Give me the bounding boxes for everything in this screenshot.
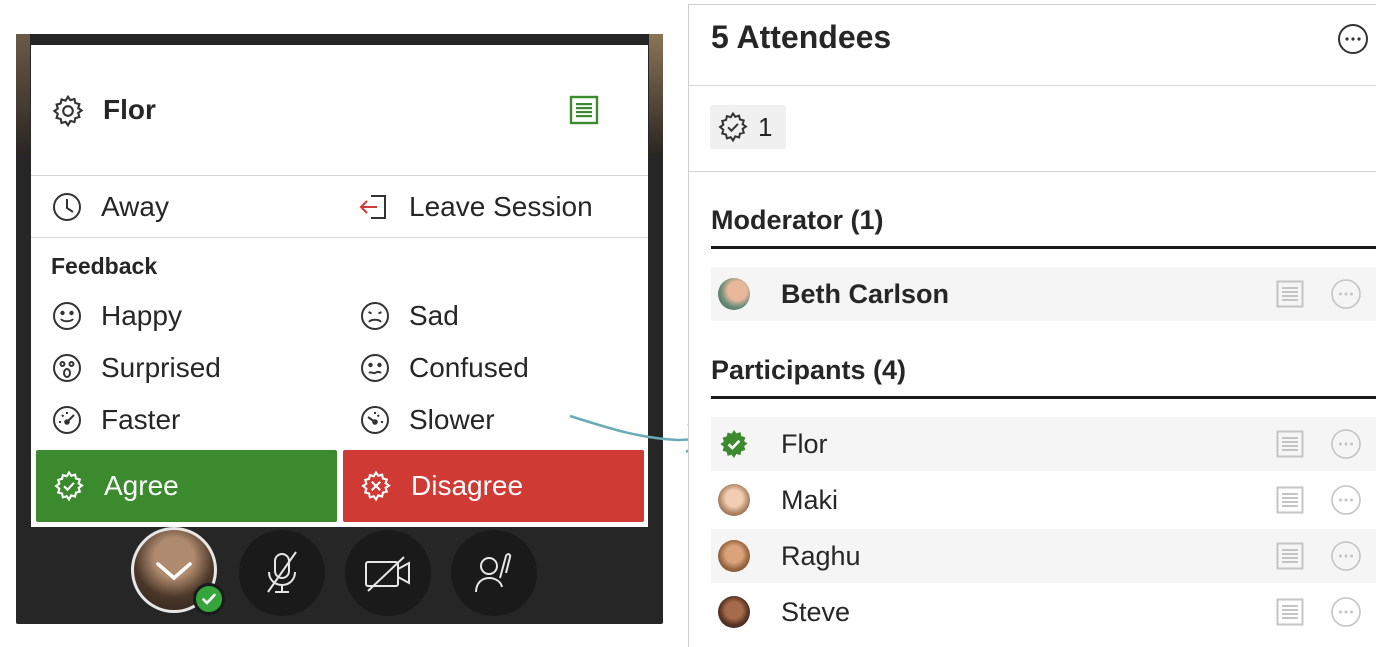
- feedback-surprised[interactable]: Surprised: [51, 348, 221, 388]
- agree-filter-count: 1: [758, 111, 773, 142]
- attendee-name: Beth Carlson: [781, 279, 950, 309]
- clock-icon: [53, 193, 81, 221]
- attendee-row[interactable]: Maki: [711, 473, 1376, 527]
- agree-label: Agree: [104, 470, 179, 501]
- attendee-name: Flor: [781, 429, 828, 459]
- exit-door-icon: [359, 195, 386, 219]
- participants-heading: Participants (4): [711, 355, 907, 385]
- attendee-row[interactable]: Steve: [711, 585, 1376, 639]
- raise-hand-button[interactable]: [451, 530, 537, 616]
- feedback-slower[interactable]: Slower: [359, 400, 495, 440]
- section-divider: [711, 396, 1376, 399]
- check-badge-icon: [54, 470, 84, 502]
- feedback-happy-label: Happy: [101, 300, 182, 331]
- status-row: Away Leave Session: [31, 175, 648, 238]
- speedometer-fast-icon: [53, 406, 81, 434]
- camera-button[interactable]: [345, 530, 431, 616]
- attendee-name: Steve: [781, 597, 851, 627]
- gear-icon: [50, 93, 86, 129]
- notes-icon[interactable]: [1276, 598, 1304, 626]
- away-label: Away: [101, 191, 169, 222]
- attendee-name: Maki: [781, 485, 839, 515]
- attendee-row[interactable]: Flor: [711, 417, 1376, 471]
- my-status-menu: Flor Away Leave Session Feedback Happy S…: [31, 45, 648, 527]
- feedback-happy[interactable]: Happy: [51, 296, 182, 336]
- feedback-faster[interactable]: Faster: [51, 400, 180, 440]
- more-options-icon[interactable]: [1330, 484, 1362, 516]
- happy-face-icon: [53, 302, 81, 330]
- notes-icon[interactable]: [569, 95, 599, 125]
- away-option[interactable]: Away: [51, 187, 169, 227]
- attendee-row[interactable]: Beth Carlson: [711, 267, 1376, 321]
- moderators-heading: Moderator (1): [711, 205, 884, 235]
- menu-header: Flor: [31, 45, 648, 176]
- feedback-faster-label: Faster: [101, 404, 181, 435]
- status-filter-row: 1: [689, 85, 1376, 172]
- x-badge-icon: [361, 470, 391, 502]
- notes-icon[interactable]: [1276, 280, 1304, 308]
- more-options-icon[interactable]: [1330, 278, 1362, 310]
- feedback-heading: Feedback: [51, 253, 158, 279]
- feedback-slower-label: Slower: [409, 404, 495, 435]
- avatar: [718, 484, 750, 516]
- feedback-confused[interactable]: Confused: [359, 348, 529, 388]
- raise-hand-icon: [475, 553, 512, 593]
- notes-icon[interactable]: [1276, 486, 1304, 514]
- surprised-face-icon: [53, 354, 81, 382]
- microphone-muted-icon: [267, 551, 297, 593]
- attendees-header: 5 Attendees: [689, 5, 1376, 86]
- microphone-button[interactable]: [239, 530, 325, 616]
- leave-session-option[interactable]: Leave Session: [359, 187, 593, 227]
- notes-icon[interactable]: [1276, 542, 1304, 570]
- agree-filter-chip[interactable]: 1: [710, 105, 786, 149]
- more-options-icon[interactable]: [1330, 596, 1362, 628]
- agree-status-icon: [720, 430, 748, 458]
- menu-user-name: Flor: [103, 94, 156, 125]
- sad-face-icon: [361, 302, 389, 330]
- leave-session-label: Leave Session: [409, 191, 593, 222]
- section-divider: [711, 246, 1376, 249]
- more-options-icon[interactable]: [1330, 428, 1362, 460]
- check-badge-icon: [718, 111, 748, 143]
- attendees-title: 5 Attendees: [711, 19, 892, 55]
- avatar: [718, 596, 750, 628]
- camera-off-icon: [365, 556, 410, 592]
- feedback-sad[interactable]: Sad: [359, 296, 459, 336]
- attendees-panel: 5 Attendees 1 Moderator (1) Beth Carlson: [688, 4, 1376, 647]
- feedback-confused-label: Confused: [409, 352, 529, 383]
- disagree-label: Disagree: [411, 470, 524, 501]
- video-background: [16, 34, 30, 154]
- agree-button[interactable]: Agree: [36, 450, 337, 522]
- attendee-row[interactable]: Raghu: [711, 529, 1376, 583]
- chevron-down-icon: [156, 562, 192, 581]
- confused-face-icon: [361, 354, 389, 382]
- avatar: [718, 278, 750, 310]
- feedback-surprised-label: Surprised: [101, 352, 221, 383]
- more-options-icon[interactable]: [1330, 540, 1362, 572]
- feedback-sad-label: Sad: [409, 300, 459, 331]
- avatar: [718, 540, 750, 572]
- speedometer-slow-icon: [361, 406, 389, 434]
- attendee-name: Raghu: [781, 541, 861, 571]
- video-background: [649, 34, 663, 154]
- more-options-icon[interactable]: [1336, 22, 1370, 56]
- notes-icon[interactable]: [1276, 430, 1304, 458]
- agree-status-badge-icon: [193, 583, 225, 615]
